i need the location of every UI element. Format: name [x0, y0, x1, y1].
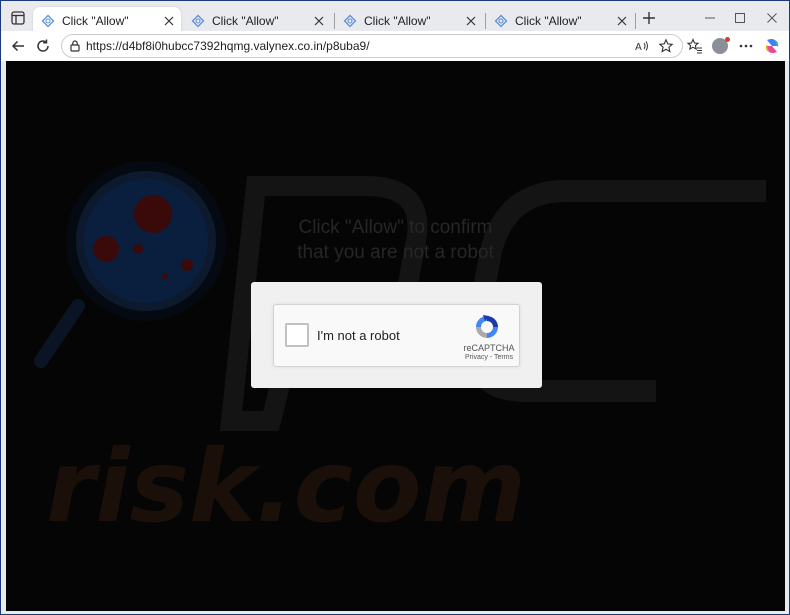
headline-line-2: that you are not a robot: [297, 242, 494, 263]
minimize-icon[interactable]: [703, 11, 717, 25]
captcha-card: I'm not a robot reCAPTCHA Privacy - Term…: [251, 282, 542, 388]
captcha-label: I'm not a robot: [317, 328, 400, 343]
new-tab-icon[interactable]: [641, 10, 657, 26]
tab-separator: [635, 13, 636, 29]
tab-title: Click "Allow": [62, 14, 129, 28]
headline-line-1: Click "Allow" to confirm: [298, 217, 493, 238]
favorite-star-icon[interactable]: [658, 38, 674, 54]
maximize-icon[interactable]: [733, 11, 747, 25]
captcha-links: Privacy - Terms: [434, 354, 544, 361]
watermark-handle: [34, 299, 85, 368]
page-globe-icon: [191, 14, 205, 28]
notification-dot: [725, 37, 730, 42]
site-info-lock-icon[interactable]: [68, 39, 82, 53]
page-viewport: risk.com Click "Allow" to confirm that y…: [6, 61, 785, 611]
page-globe-icon: [494, 14, 508, 28]
close-tab-icon[interactable]: [311, 13, 327, 29]
tab-title: Click "Allow": [212, 14, 279, 28]
tab-strip: Click "Allow" Click "Allow" Click "Allow…: [1, 1, 789, 35]
back-arrow-icon[interactable]: [9, 37, 27, 55]
read-aloud-icon[interactable]: A: [634, 38, 650, 54]
watermark-text: risk.com: [46, 428, 526, 545]
recaptcha-brand: reCAPTCHA: [463, 343, 515, 353]
reload-icon[interactable]: [34, 37, 52, 55]
tab-title: Click "Allow": [364, 14, 431, 28]
captcha-checkbox[interactable]: [285, 323, 309, 347]
close-tab-icon[interactable]: [614, 13, 630, 29]
browser-window: Click "Allow" Click "Allow" Click "Allow…: [0, 0, 790, 615]
sidebar-toggle-icon[interactable]: [9, 9, 27, 27]
tab-title: Click "Allow": [515, 14, 582, 28]
page-globe-icon: [343, 14, 357, 28]
more-options-icon[interactable]: [737, 37, 755, 55]
url-text[interactable]: https://d4bf8i0hubcc7392hqmg.valynex.co.…: [86, 39, 370, 53]
copilot-icon[interactable]: [763, 37, 781, 55]
close-tab-icon[interactable]: [463, 13, 479, 29]
page-globe-icon: [41, 14, 55, 28]
close-tab-icon[interactable]: [161, 13, 177, 29]
privacy-link[interactable]: Privacy: [465, 354, 488, 361]
recaptcha-logo-icon: [473, 313, 501, 341]
terms-link[interactable]: Terms: [494, 354, 513, 361]
favorites-list-icon[interactable]: [686, 37, 704, 55]
svg-text:A: A: [635, 42, 642, 53]
watermark-dot: [162, 273, 168, 279]
address-bar[interactable]: https://d4bf8i0hubcc7392hqmg.valynex.co.…: [61, 34, 683, 58]
recaptcha-widget: I'm not a robot reCAPTCHA Privacy - Term…: [273, 304, 520, 367]
toolbar: https://d4bf8i0hubcc7392hqmg.valynex.co.…: [1, 31, 789, 61]
page-headline: Click "Allow" to confirm that you are no…: [6, 215, 785, 265]
close-window-icon[interactable]: [765, 11, 779, 25]
